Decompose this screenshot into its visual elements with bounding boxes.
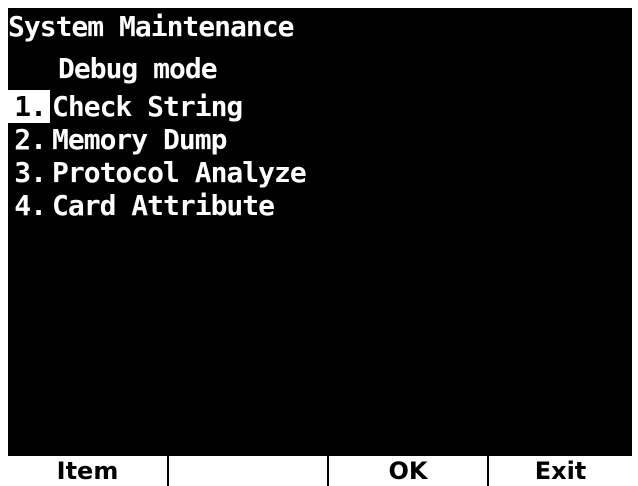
softkey-blank-button[interactable]	[169, 456, 329, 486]
menu-item-label: Check String	[52, 90, 243, 123]
softkey-item-button[interactable]: Item	[8, 456, 169, 486]
menu-item-check-string[interactable]: 1. Check String	[8, 90, 306, 123]
menu-item-protocol-analyze[interactable]: 3. Protocol Analyze	[8, 156, 306, 189]
softkey-bar: Item OK Exit	[8, 454, 632, 486]
menu-item-number: 2.	[14, 123, 47, 156]
screen-title: System Maintenance	[8, 10, 294, 43]
menu-item-number: 1.	[8, 90, 50, 123]
softkey-exit-button[interactable]: Exit	[489, 456, 632, 486]
menu-list: 1. Check String 2. Memory Dump 3. Protoc…	[8, 90, 307, 222]
menu-item-card-attribute[interactable]: 4. Card Attribute	[8, 189, 306, 222]
menu-item-memory-dump[interactable]: 2. Memory Dump	[8, 123, 306, 156]
menu-item-label: Protocol Analyze	[52, 156, 307, 189]
menu-item-label: Card Attribute	[52, 189, 275, 222]
device-screen: System Maintenance Debug mode 1. Check S…	[8, 8, 632, 486]
screen-subtitle: Debug mode	[58, 52, 218, 85]
menu-item-number: 3.	[14, 156, 47, 189]
softkey-ok-button[interactable]: OK	[329, 456, 489, 486]
menu-item-number: 4.	[14, 189, 47, 222]
menu-item-label: Memory Dump	[52, 123, 227, 156]
